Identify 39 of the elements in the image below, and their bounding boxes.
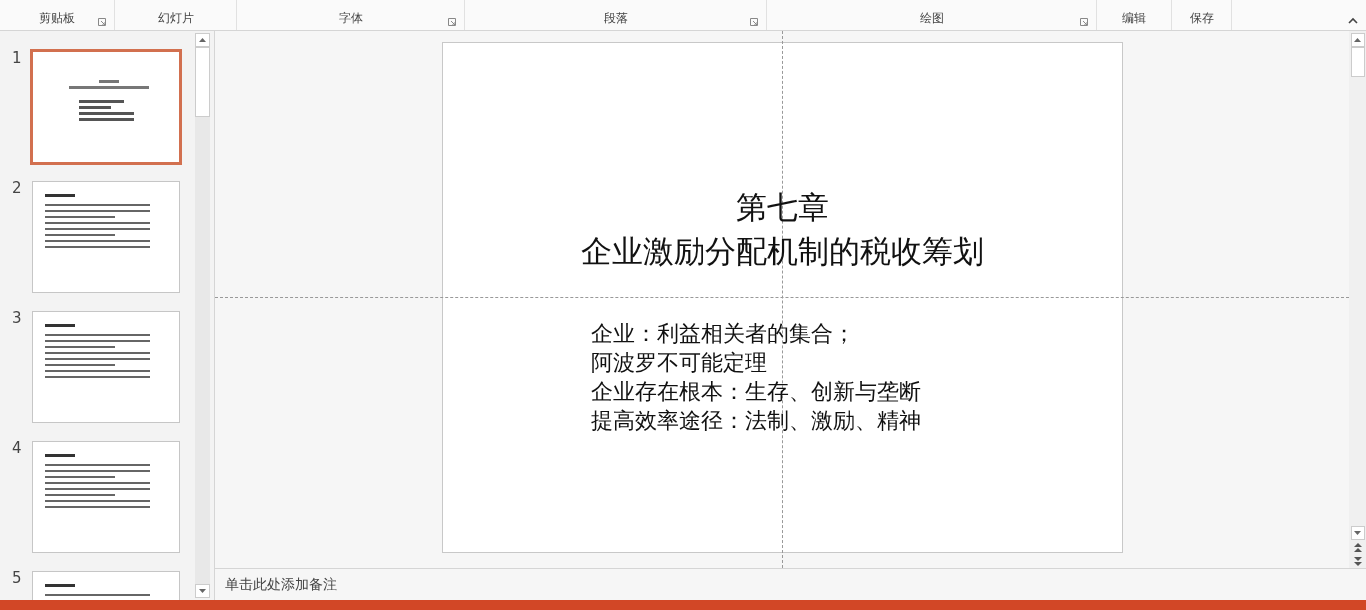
slide-thumbnail[interactable] xyxy=(32,181,180,293)
scroll-down-icon[interactable] xyxy=(1350,526,1365,540)
scroll-up-icon[interactable] xyxy=(1350,33,1365,47)
ribbon-group-label: 段落 xyxy=(603,10,628,27)
slide-thumbnail[interactable] xyxy=(32,441,180,553)
ribbon-group-label: 编辑 xyxy=(1122,10,1146,27)
next-slide-icon[interactable] xyxy=(1353,556,1362,566)
slide-thumbnail[interactable] xyxy=(32,311,180,423)
slide-title: 第七章 xyxy=(735,188,829,227)
ribbon-group-label: 字体 xyxy=(338,10,363,27)
ribbon-group-label: 幻灯片 xyxy=(157,10,194,27)
ribbon-group-label: 保存 xyxy=(1189,10,1214,27)
ribbon-group-label: 剪贴板 xyxy=(39,10,75,27)
slide-canvas[interactable]: 第七章 企业激励分配机制的税收筹划 企业：利益相关者的集合； 阿波罗不可能定理 企业存在根本：生存、创新与垄断 提高效率途径：法制、激励、精神 xyxy=(441,42,1123,553)
slide-body-text: 企业存在根本：生存、创新与垄断 xyxy=(590,378,921,406)
slide-body-text: 阿波罗不可能定理 xyxy=(590,349,768,377)
ribbon-group-label: 绘图 xyxy=(919,10,944,27)
previous-slide-icon[interactable] xyxy=(1353,543,1362,553)
scrollbar[interactable] xyxy=(1349,31,1366,568)
dialog-launcher-icon[interactable] xyxy=(1080,18,1088,26)
slide-number: 5 xyxy=(12,568,23,589)
slide-number: 1 xyxy=(12,48,23,69)
slide-number: 3 xyxy=(12,308,23,329)
scroll-down-icon[interactable] xyxy=(195,584,210,598)
slide-body-text: 企业：利益相关者的集合； xyxy=(590,320,856,348)
scrollbar[interactable] xyxy=(195,33,210,598)
slide-body-text: 提高效率途径：法制、激励、精神 xyxy=(590,407,921,435)
slide-number: 4 xyxy=(12,438,23,459)
notes-placeholder: 单击此处添加备注 xyxy=(225,575,337,594)
dialog-launcher-icon[interactable] xyxy=(448,18,456,26)
slide-number: 2 xyxy=(12,178,23,199)
scroll-thumb[interactable] xyxy=(195,47,210,117)
collapse-ribbon-icon[interactable] xyxy=(1348,17,1358,24)
slide-thumbnail[interactable] xyxy=(30,49,182,165)
slide-title: 企业激励分配机制的税收筹划 xyxy=(580,232,984,271)
dialog-launcher-icon[interactable] xyxy=(98,18,106,26)
scroll-up-icon[interactable] xyxy=(195,33,210,47)
scroll-thumb[interactable] xyxy=(1350,47,1365,77)
dialog-launcher-icon[interactable] xyxy=(750,18,758,26)
